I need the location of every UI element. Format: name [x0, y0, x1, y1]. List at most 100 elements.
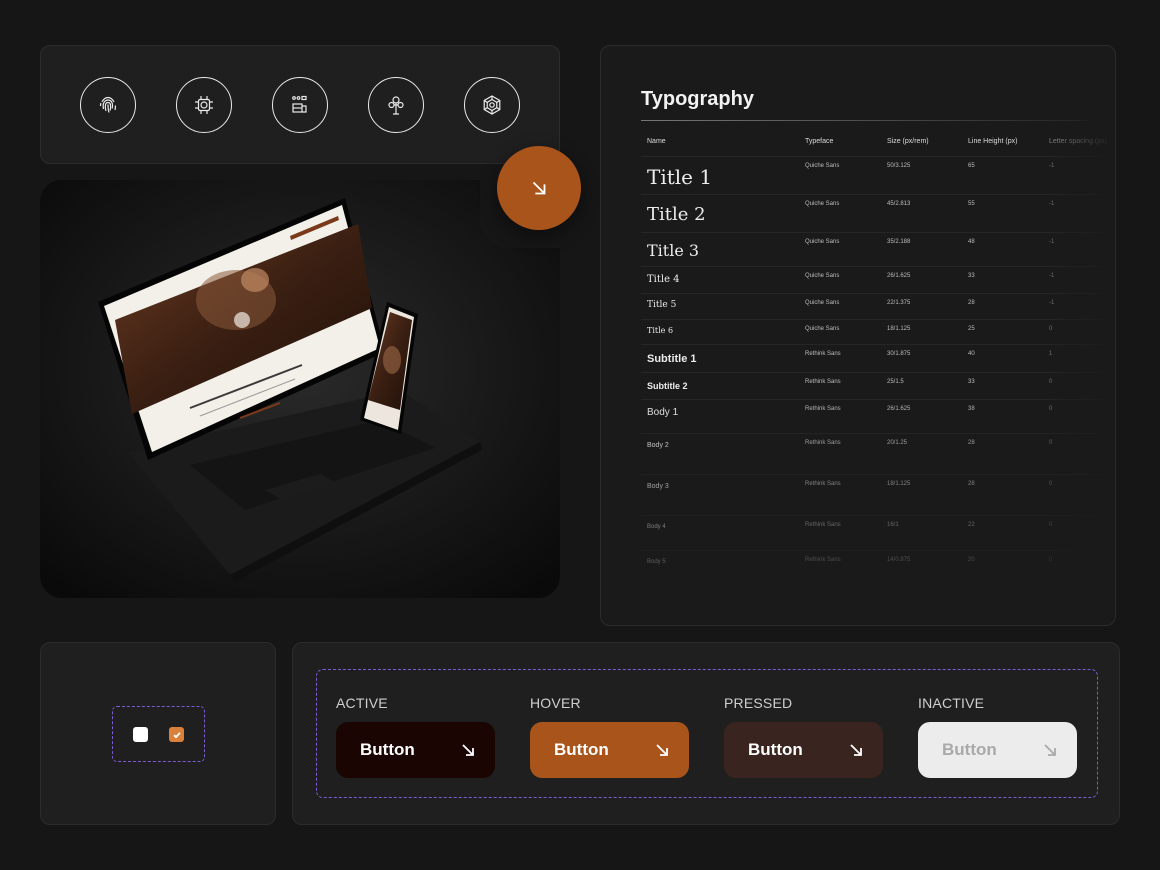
cell-line-height: 40	[968, 351, 975, 357]
flower-icon[interactable]	[368, 77, 424, 133]
cell-line-height: 33	[968, 379, 975, 385]
arrow-fab-button[interactable]	[497, 146, 581, 230]
button-label: Button	[942, 740, 997, 759]
cell-size: 18/1.125	[887, 326, 911, 332]
cell-size: 45/2.813	[887, 201, 911, 207]
typography-panel: Typography Name Typeface Size (px/rem) L…	[600, 45, 1116, 626]
cell-typeface: Quiche Sans	[805, 201, 840, 207]
state-label-inactive: INACTIVE	[918, 695, 985, 711]
cell-style-name: Subtitle 2	[647, 381, 688, 391]
icon-set-panel	[40, 45, 560, 164]
cell-style-name: Body 5	[647, 559, 666, 565]
table-row: Title 1 Quiche Sans 50/3.125 65 -1	[641, 156, 1111, 194]
cell-typeface: Quiche Sans	[805, 300, 840, 306]
cell-typeface: Rethink Sans	[805, 557, 841, 563]
button-hover[interactable]: Button	[530, 722, 689, 778]
cell-line-height: 28	[968, 300, 975, 306]
cell-style-name: Title 1	[647, 165, 713, 189]
table-row: Body 3 Rethink Sans 18/1.125 28 0	[641, 474, 1111, 515]
table-row: Subtitle 2 Rethink Sans 25/1.5 33 0	[641, 372, 1111, 399]
cell-typeface: Rethink Sans	[805, 406, 841, 412]
button-states-panel: ACTIVE HOVER PRESSED INACTIVE Button But…	[292, 642, 1120, 825]
hexagon-gem-icon[interactable]	[464, 77, 520, 133]
device-mockup-panel	[40, 180, 560, 598]
table-row: Title 6 Quiche Sans 18/1.125 25 0	[641, 319, 1111, 344]
cell-size: 25/1.5	[887, 379, 904, 385]
button-pressed[interactable]: Button	[724, 722, 883, 778]
header-typeface: Typeface	[805, 138, 834, 145]
cell-line-height: 48	[968, 239, 975, 245]
cell-typeface: Quiche Sans	[805, 163, 840, 169]
checkbox-group	[112, 706, 205, 762]
cell-line-height: 25	[968, 326, 975, 332]
cell-size: 30/1.875	[887, 351, 911, 357]
arrow-down-right-icon	[656, 744, 668, 756]
cell-letter-spacing: 0	[1049, 406, 1053, 412]
cell-size: 20/1.25	[887, 440, 908, 446]
state-label-pressed: PRESSED	[724, 695, 793, 711]
header-name: Name	[647, 138, 666, 145]
cell-style-name: Title 3	[647, 241, 700, 260]
cell-typeface: Rethink Sans	[805, 481, 841, 487]
header-size: Size (px/rem)	[887, 138, 929, 145]
header-letter-spacing: Letter spacing (px)	[1049, 138, 1107, 145]
cell-letter-spacing: -1	[1049, 163, 1055, 169]
cell-style-name: Body 1	[647, 407, 679, 418]
cell-size: 16/1	[887, 522, 899, 528]
state-label-active: ACTIVE	[336, 695, 388, 711]
cell-line-height: 65	[968, 163, 975, 169]
cell-letter-spacing: 0	[1049, 326, 1053, 332]
cell-line-height: 38	[968, 406, 975, 412]
cell-style-name: Subtitle 1	[647, 353, 697, 365]
title-divider	[641, 120, 1087, 121]
cell-letter-spacing: 0	[1049, 440, 1053, 446]
cell-letter-spacing: 0	[1049, 522, 1053, 528]
fingerprint-icon[interactable]	[80, 77, 136, 133]
checkbox-checked[interactable]	[169, 727, 184, 742]
chip-icon[interactable]	[176, 77, 232, 133]
cell-line-height: 28	[968, 481, 975, 487]
cell-size: 26/1.625	[887, 273, 911, 279]
cell-typeface: Quiche Sans	[805, 273, 840, 279]
cell-letter-spacing: -1	[1049, 239, 1055, 245]
button-states-group: ACTIVE HOVER PRESSED INACTIVE Button But…	[316, 669, 1098, 798]
table-row: Title 5 Quiche Sans 22/1.375 28 -1	[641, 293, 1111, 319]
cell-letter-spacing: -1	[1049, 201, 1055, 207]
cell-line-height: 20	[968, 557, 975, 563]
typography-title: Typography	[641, 88, 754, 110]
arrow-down-right-icon	[1044, 744, 1056, 756]
cell-style-name: Title 6	[647, 326, 674, 335]
table-row: Body 2 Rethink Sans 20/1.25 28 0	[641, 433, 1111, 474]
cell-letter-spacing: 0	[1049, 481, 1053, 487]
cell-size: 35/2.188	[887, 239, 911, 245]
cell-style-name: Title 2	[647, 204, 706, 225]
checkbox-unchecked[interactable]	[133, 727, 148, 742]
cell-typeface: Quiche Sans	[805, 326, 840, 332]
checkmark-icon	[172, 731, 181, 738]
workbench-icon[interactable]	[272, 77, 328, 133]
cell-size: 14/0.875	[887, 557, 911, 563]
button-label: Button	[360, 740, 415, 759]
table-row: Title 4 Quiche Sans 26/1.625 33 -1	[641, 266, 1111, 293]
cell-style-name: Title 4	[647, 274, 680, 285]
cell-style-name: Body 4	[647, 524, 666, 530]
cell-typeface: Rethink Sans	[805, 440, 841, 446]
arrow-down-right-icon	[462, 744, 474, 756]
table-row: Title 2 Quiche Sans 45/2.813 55 -1	[641, 194, 1111, 232]
cell-line-height: 28	[968, 440, 975, 446]
cell-typeface: Quiche Sans	[805, 239, 840, 245]
button-active[interactable]: Button	[336, 722, 495, 778]
checkbox-panel	[40, 642, 276, 825]
cell-letter-spacing: 0	[1049, 557, 1053, 563]
arrow-down-right-icon	[532, 181, 546, 195]
cell-style-name: Body 2	[647, 442, 669, 449]
cell-line-height: 22	[968, 522, 975, 528]
cell-line-height: 55	[968, 201, 975, 207]
laptop-phone-mockup-image	[40, 180, 560, 598]
cell-size: 26/1.625	[887, 406, 911, 412]
cell-letter-spacing: 1	[1049, 351, 1053, 357]
cell-typeface: Rethink Sans	[805, 379, 841, 385]
cell-letter-spacing: -1	[1049, 273, 1055, 279]
button-label: Button	[748, 740, 803, 759]
cell-size: 22/1.375	[887, 300, 911, 306]
